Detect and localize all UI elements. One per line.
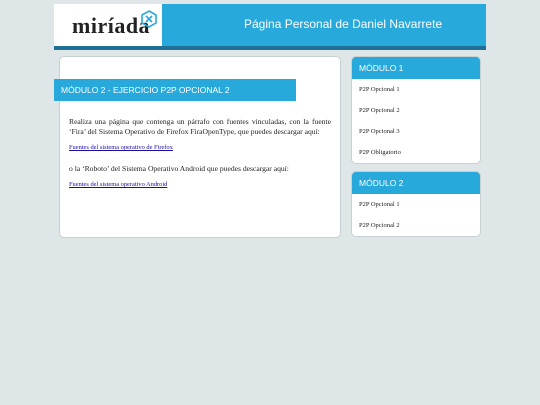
exercise-paragraph-2: o la ‘Roboto’ del Sistema Operativo Andr…: [69, 163, 289, 173]
x-badge-icon: [141, 10, 157, 28]
module-2-card: MÓDULO 2 P2P Opcional 1 P2P Opcional 2: [351, 171, 481, 237]
sidebar-item-module2-opcional-2[interactable]: P2P Opcional 2: [352, 215, 480, 236]
sidebar-item-module2-opcional-1[interactable]: P2P Opcional 1: [352, 194, 480, 215]
sidebar-item-module1-obligatorio[interactable]: P2P Obligatorio: [352, 142, 480, 163]
sidebar-item-module1-opcional-1[interactable]: P2P Opcional 1: [352, 79, 480, 100]
android-fonts-link[interactable]: Fuentes del sistema operativo Android: [69, 180, 167, 190]
logo-text: miríada: [72, 13, 151, 38]
sidebar-item-module1-opcional-3[interactable]: P2P Opcional 3: [352, 121, 480, 142]
section-title: MÓDULO 2 - EJERCICIO P2P OPCIONAL 2: [54, 79, 296, 101]
firefox-fonts-link[interactable]: Fuentes del sistema operativo de Firefox: [69, 143, 173, 153]
module-1-card: MÓDULO 1 P2P Opcional 1 P2P Opcional 2 P…: [351, 56, 481, 164]
module-2-heading: MÓDULO 2: [352, 172, 480, 194]
site-header: miríada Página Personal de Daniel Navarr…: [54, 4, 486, 50]
page-title: Página Personal de Daniel Navarrete: [244, 17, 443, 31]
exercise-content: Realiza una página que contenga un párra…: [69, 117, 331, 197]
sidebar-item-module1-opcional-2[interactable]: P2P Opcional 2: [352, 100, 480, 121]
module-1-heading: MÓDULO 1: [352, 57, 480, 79]
logo[interactable]: miríada: [54, 4, 162, 46]
exercise-paragraph-1: Realiza una página que contenga un párra…: [69, 117, 331, 136]
